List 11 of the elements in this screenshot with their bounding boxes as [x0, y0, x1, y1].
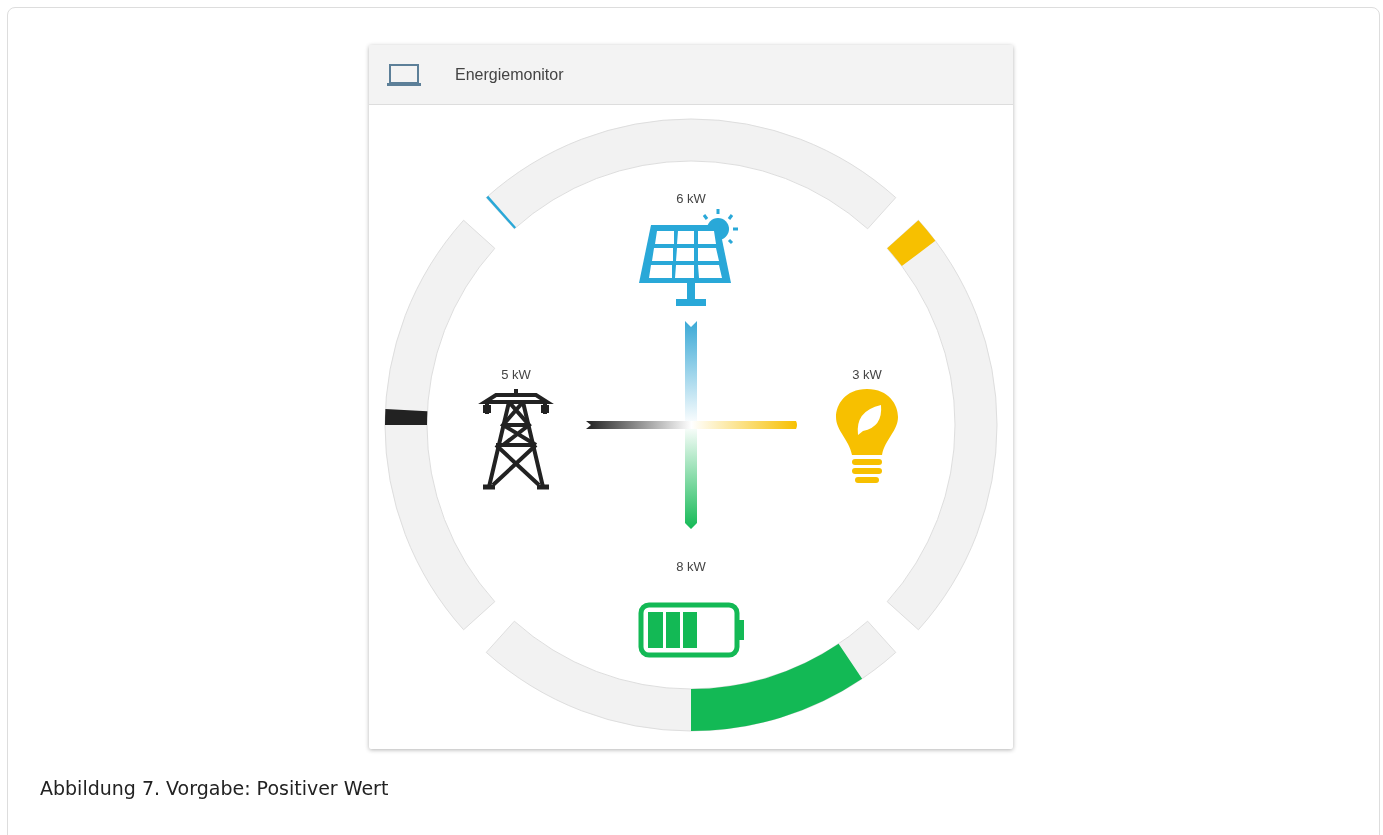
power-label: 3 kW [852, 367, 882, 382]
light-bulb-icon [836, 389, 898, 483]
power-label: 8 kW [676, 559, 706, 574]
card-title: Energiemonitor [455, 65, 564, 84]
power-label: 5 kW [501, 367, 531, 382]
figure-caption: Abbildung 7. Vorgabe: Positiver Wert [40, 777, 390, 799]
battery-icon [638, 602, 744, 658]
laptop-icon [387, 62, 421, 87]
solar-panel-icon [639, 207, 740, 306]
power-label: 6 kW [676, 191, 706, 206]
power-pylon-icon [480, 387, 554, 490]
